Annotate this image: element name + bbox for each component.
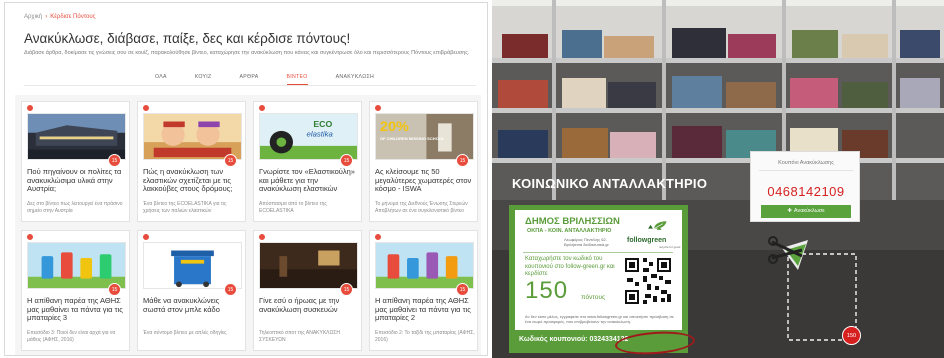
card-title[interactable]: Γνωρίστε τον «Ελαστικούλη» και μάθετε γι…: [259, 167, 359, 194]
webpage-panel: Αρχική › Κέρδισε Πόντους Ανακύκλωσε, διάβα…: [4, 2, 488, 356]
video-type-icon: [258, 233, 266, 241]
iswa-thumbnail[interactable]: 20% OF CHILDREN MISSING SCHOOL: [375, 113, 474, 160]
cartoon-thumbnail[interactable]: [143, 113, 242, 160]
photo-thumbnail[interactable]: [27, 113, 126, 160]
eco-logo-text: ECO: [313, 119, 332, 129]
coupon-entry-card: Κουπόνι Ανακύκλωσης 0468142109 ✚ Ανακύκλω…: [750, 151, 860, 222]
tab-recycling[interactable]: ΑΝΑΚΥΚΛΩΣΗ: [336, 74, 374, 85]
battery-cartoon-thumbnail[interactable]: [27, 242, 126, 289]
photo-panel: ΚΟΙΝΩΝΙΚΟ ΑΝΤΑΛΛΑΚΤΗΡΙΟ ΔΗΜΟΣ ΒΡΙΛΗΣΣΙΩΝ…: [492, 0, 944, 358]
card-title[interactable]: Η απίθανη παρέα της ΑΘΗΣ μας μαθαίνει τα…: [375, 296, 475, 323]
points-badge: 15: [340, 283, 353, 296]
store-title: ΚΟΙΝΩΝΙΚΟ ΑΝΤΑΛΛΑΚΤΗΡΙΟ: [512, 176, 708, 191]
video-card[interactable]: 15 Πώς η ανακύκλωση των ελαστικών σχετίζ…: [137, 101, 246, 222]
card-description: Ένα σύντομο βίντεο με απλές οδηγίες: [143, 330, 227, 336]
iswa-percentage-text: 20%: [380, 119, 409, 135]
tab-video[interactable]: ΒΙΝΤΕΟ: [286, 74, 308, 85]
breadcrumb-separator: ›: [45, 14, 48, 20]
card-description: Δες στο βίντεο πως λειτουργεί ένα πράσιν…: [27, 201, 123, 214]
card-description: Το μήνυμα της Διεθνούς Ένωσης Στερεών Απ…: [375, 201, 468, 214]
blue-bin-thumbnail[interactable]: [143, 242, 242, 289]
card-title[interactable]: Η απίθανη παρέα της ΑΘΗΣ μας μαθαίνει τα…: [27, 296, 127, 323]
video-card[interactable]: 15 Γίνε εσύ ο ήρωας με την ανακύκλωση συ…: [253, 230, 362, 351]
points-badge: 15: [224, 283, 237, 296]
video-card[interactable]: 20% OF CHILDREN MISSING SCHOOL 15 Ας κλε…: [369, 101, 478, 222]
page-description: Διάβασε άρθρα, δοκίμασε τις γνώσεις σου …: [24, 50, 470, 56]
video-card[interactable]: ECO elastika 15 Γνωρίστε τον «Ελαστικούλ…: [253, 101, 362, 222]
voucher-instructions: Καταχωρήστε τον κωδικό του κουπονιού στο…: [525, 256, 615, 277]
points-badge: 15: [224, 154, 237, 167]
video-card[interactable]: 15 Μάθε να ανακυκλώνεις σωστά στον μπλε …: [137, 230, 246, 351]
coupon-code: Κωδικός κουπονιού: 0324334132: [519, 336, 629, 343]
followgreen-logo-text: followgreen: [627, 237, 667, 244]
iswa-caption-text: OF CHILDREN MISSING SCHOOL: [380, 136, 445, 141]
coupon-number: 0468142109: [767, 184, 845, 199]
municipality-address: Λεωφόρος Πεντέλης 62, Βριλήσσια διαδικτυ…: [564, 237, 609, 247]
points-badge: 15: [108, 154, 121, 167]
page-title: Ανακύκλωσε, διάβασε, παίξε, δες και κέρδ…: [24, 31, 351, 46]
breadcrumb: Αρχική › Κέρδισε Πόντους: [24, 14, 96, 20]
video-type-icon: [374, 233, 382, 241]
video-type-icon: [142, 233, 150, 241]
voucher-divider: [523, 252, 673, 253]
ecoelastika-thumbnail[interactable]: ECO elastika: [259, 113, 358, 160]
municipality-name: ΔΗΜΟΣ ΒΡΙΛΗΣΣΙΩΝ: [525, 216, 620, 227]
video-type-icon: [26, 233, 34, 241]
card-description: Τηλεοπτικό σποτ της ΑΝΑΚΥΚΛΩΣΗ ΣΥΣΚΕΥΩΝ: [259, 330, 340, 343]
tab-quiz[interactable]: ΚΟΥΙΖ: [195, 74, 212, 85]
video-card[interactable]: 15 Η απίθανη παρέα της ΑΘΗΣ μας μαθαίνει…: [369, 230, 478, 351]
card-description: Ένα βίντεο της ECOELASTIKA για τις χρήσε…: [143, 201, 227, 214]
video-card[interactable]: 15 Πού πηγαίνουν οι πολίτες τα ανακυκλώσ…: [21, 101, 130, 222]
breadcrumb-home[interactable]: Αρχική: [24, 14, 42, 20]
video-type-icon: [26, 104, 34, 112]
video-grid: 15 Πού πηγαίνουν οι πολίτες τα ανακυκλώσ…: [15, 95, 481, 355]
video-type-icon: [258, 104, 266, 112]
voucher-body: ΔΗΜΟΣ ΒΡΙΛΗΣΣΙΩΝ ΟΚΠΑ - ΚΟΙΝ. ΑΝΤΑΛΛΑΚΤΗ…: [515, 210, 682, 330]
municipality-subtitle: ΟΚΠΑ - ΚΟΙΝ. ΑΝΤΑΛΛΑΚΤΗΡΙΟ: [527, 228, 612, 234]
coupon-card-title: Κουπόνι Ανακύκλωσης: [778, 160, 834, 166]
voucher-fine-print: Αν δεν είστε μέλος, εγγραφείτε στο www.f…: [525, 314, 674, 324]
dark-scene-thumbnail[interactable]: [259, 242, 358, 289]
card-description: Απόσπασμα από το βίντεο της ECOELASTIKA: [259, 201, 327, 214]
card-title[interactable]: Μάθε να ανακυκλώνεις σωστά στον μπλε κάδ…: [143, 296, 243, 314]
points-badge: 15: [456, 154, 469, 167]
card-title[interactable]: Γίνε εσύ ο ήρωας με την ανακύκλωση συσκε…: [259, 296, 359, 314]
tab-all[interactable]: ΟΛΑ: [155, 74, 167, 85]
card-title[interactable]: Πώς η ανακύκλωση των ελαστικών σχετίζετα…: [143, 167, 243, 194]
breadcrumb-current: Κέρδισε Πόντους: [50, 14, 96, 20]
voucher-points-number: 150: [525, 277, 569, 304]
coupon-voucher: ΔΗΜΟΣ ΒΡΙΛΗΣΣΙΩΝ ΟΚΠΑ - ΚΟΙΝ. ΑΝΤΑΛΛΑΚΤΗ…: [509, 205, 696, 357]
recycle-button-label: Ανακύκλωσε: [793, 208, 825, 214]
followgreen-logo: followgreen recycle for good: [625, 220, 681, 249]
filter-tabs: ΟΛΑ ΚΟΥΙΖ ΑΡΘΡΑ ΒΙΝΤΕΟ ΑΝΑΚΥΚΛΩΣΗ: [155, 74, 402, 85]
points-badge: 15: [108, 283, 121, 296]
coupon-card-divider: [759, 170, 853, 171]
highlight-circle: [614, 329, 696, 357]
elastika-logo-text: elastika: [307, 130, 333, 139]
leaf-icon: [648, 221, 667, 230]
recycle-button[interactable]: ✚ Ανακύκλωσε: [761, 205, 851, 218]
video-card[interactable]: 15 Η απίθανη παρέα της ΑΘΗΣ μας μαθαίνει…: [21, 230, 130, 351]
qr-code-icon: [623, 256, 673, 306]
points-badge: 150: [842, 326, 861, 345]
followgreen-tagline: recycle for good: [659, 245, 681, 249]
plus-icon: ✚: [787, 208, 792, 214]
card-description: Επεισόδιο 2: Το ταξίδι της μπαταρίας (ΑΦ…: [375, 330, 475, 343]
card-title[interactable]: Ας κλείσουμε τις 50 μεγαλύτερες χωματερέ…: [375, 167, 475, 194]
battery-cartoon-thumbnail[interactable]: [375, 242, 474, 289]
points-badge: 15: [340, 154, 353, 167]
card-description: Επεισόδιο 3: Ποιοί δεν είναι αρχά για να…: [27, 330, 116, 343]
tab-articles[interactable]: ΑΡΘΡΑ: [240, 74, 259, 85]
video-type-icon: [374, 104, 382, 112]
video-type-icon: [142, 104, 150, 112]
points-badge: 15: [456, 283, 469, 296]
card-title[interactable]: Πού πηγαίνουν οι πολίτες τα ανακυκλώσιμα…: [27, 167, 127, 194]
voucher-points-word: πόντους: [581, 294, 606, 301]
tabs-divider: [24, 85, 476, 86]
